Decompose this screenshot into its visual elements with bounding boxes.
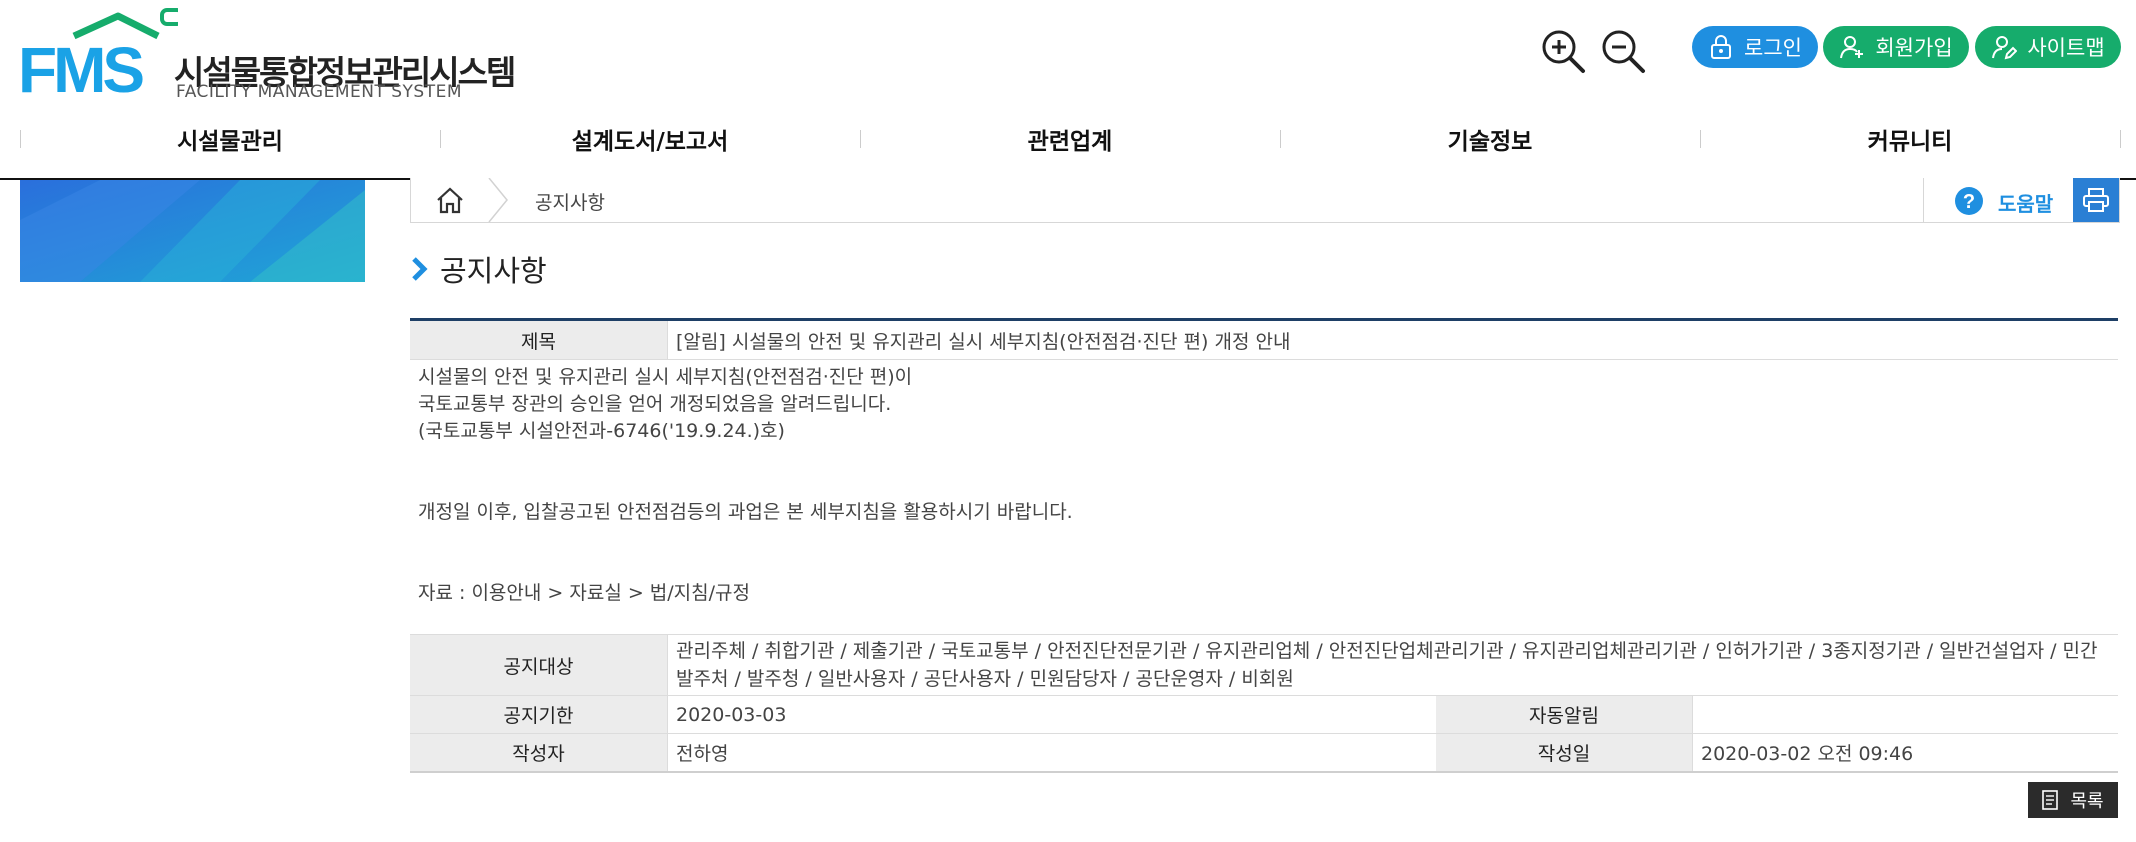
title-label: 제목: [410, 321, 668, 359]
site-logo[interactable]: FMS 시설물통합정보관리시스템 FACILITY MANAGEMENT SYS…: [18, 8, 516, 102]
user-edit-icon: [1992, 36, 2018, 60]
login-label: 로그인: [1744, 36, 1802, 60]
author-label: 작성자: [410, 734, 668, 771]
notice-detail-table: 제목 [알림] 시설물의 안전 및 유지관리 실시 세부지침(안전점검·진단 편…: [410, 318, 2118, 773]
title-value: [알림] 시설물의 안전 및 유지관리 실시 세부지침(안전점검·진단 편) 개…: [676, 330, 1291, 353]
svg-text:?: ?: [1963, 191, 1975, 213]
table-row-author: 작성자 전하영 작성일 2020-03-02 오전 09:46: [410, 734, 2118, 771]
sitemap-button[interactable]: 사이트맵: [1975, 26, 2121, 68]
nav-divider: [2120, 130, 2121, 148]
table-row-target: 공지대상 관리주체 / 취합기관 / 제출기관 / 국토교통부 / 안전진단전문…: [410, 635, 2118, 696]
table-row-body: 시설물의 안전 및 유지관리 실시 세부지침(안전점검·진단 편)이 국토교통부…: [410, 360, 2118, 635]
site-header: FMS 시설물통합정보관리시스템 FACILITY MANAGEMENT SYS…: [0, 0, 2136, 102]
question-icon: ?: [1955, 187, 1983, 215]
target-label: 공지대상: [410, 635, 668, 695]
home-icon[interactable]: [435, 186, 465, 214]
table-row-title: 제목 [알림] 시설물의 안전 및 유지관리 실시 세부지침(안전점검·진단 편…: [410, 321, 2118, 360]
body-line: 시설물의 안전 및 유지관리 실시 세부지침(안전점검·진단 편)이: [418, 366, 913, 388]
deadline-value: 2020-03-03: [668, 696, 1437, 733]
breadcrumb-separator-icon: [488, 178, 508, 222]
target-value: 관리주체 / 취합기관 / 제출기관 / 국토교통부 / 안전진단전문기관 / …: [676, 640, 2098, 690]
table-row-deadline: 공지기한 2020-03-03 자동알림: [410, 696, 2118, 734]
author-value: 전하영: [668, 734, 1437, 771]
body-line: 자료 : 이용안내 > 자료실 > 법/지침/규정: [418, 582, 751, 604]
zoom-in-icon[interactable]: [1540, 28, 1586, 74]
help-button[interactable]: ? 도움말: [1923, 178, 2082, 222]
fms-logo-mark: FMS: [18, 8, 178, 96]
nav-item-related-industry[interactable]: 관련업계: [860, 100, 1280, 178]
login-button[interactable]: 로그인: [1692, 26, 1818, 68]
print-icon: [2083, 188, 2109, 212]
svg-text:FMS: FMS: [18, 34, 143, 96]
date-value: 2020-03-02 오전 09:46: [1701, 743, 1914, 765]
deadline-label: 공지기한: [410, 696, 668, 733]
lock-icon: [1711, 35, 1732, 59]
auto-notify-value: [1693, 696, 2118, 733]
join-button[interactable]: 회원가입: [1823, 26, 1969, 68]
breadcrumb: 공지사항 ? 도움말: [410, 178, 2120, 223]
add-user-icon: [1840, 36, 1864, 59]
help-label: 도움말: [1998, 192, 2054, 216]
main-navigation: 시설물관리 설계도서/보고서 관련업계 기술정보 커뮤니티: [0, 100, 2136, 180]
nav-item-tech-info[interactable]: 기술정보: [1280, 100, 1700, 178]
auto-notify-label: 자동알림: [1436, 696, 1693, 733]
print-button[interactable]: [2073, 178, 2119, 222]
nav-item-facility-management[interactable]: 시설물관리: [20, 100, 440, 178]
document-icon: [2042, 790, 2059, 810]
nav-item-design-reports[interactable]: 설계도서/보고서: [440, 100, 860, 178]
date-label: 작성일: [1436, 734, 1693, 771]
join-label: 회원가입: [1875, 36, 1953, 60]
list-label: 목록: [2070, 791, 2104, 812]
logo-subtitle: FACILITY MANAGEMENT SYSTEM: [176, 82, 463, 102]
page-title-text: 공지사항: [440, 254, 547, 288]
side-banner-image: [20, 180, 365, 282]
body-line: 개정일 이후, 입찰공고된 안전점검등의 과업은 본 세부지침을 활용하시기 바…: [418, 501, 1073, 523]
breadcrumb-current: 공지사항: [535, 192, 605, 214]
notice-body: 시설물의 안전 및 유지관리 실시 세부지침(안전점검·진단 편)이 국토교통부…: [418, 364, 1073, 607]
nav-item-community[interactable]: 커뮤니티: [1700, 100, 2120, 178]
zoom-out-icon[interactable]: [1600, 28, 1646, 74]
list-button[interactable]: 목록: [2028, 782, 2118, 818]
body-line: 국토교통부 장관의 승인을 얻어 개정되었음을 알려드립니다.: [418, 393, 892, 415]
chevron-right-icon: [412, 257, 428, 281]
sitemap-label: 사이트맵: [2027, 36, 2105, 60]
body-line: (국토교통부 시설안전과-6746('19.9.24.)호): [418, 420, 785, 442]
